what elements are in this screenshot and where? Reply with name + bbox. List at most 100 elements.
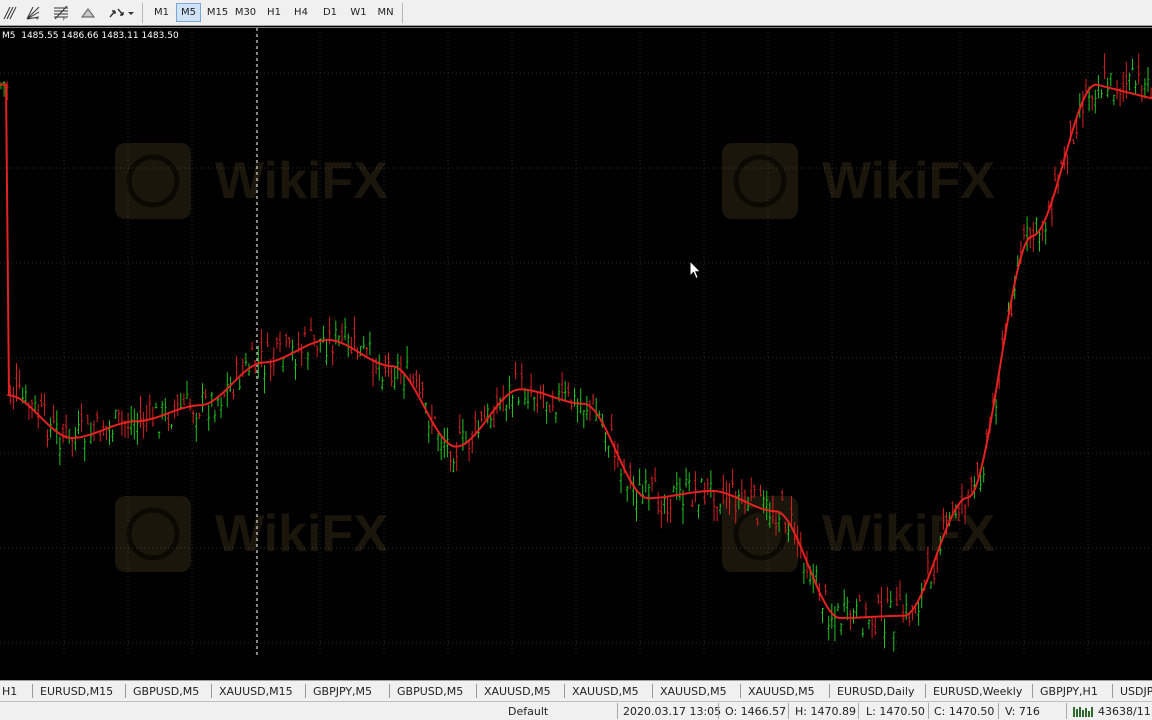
ma-point [263,361,265,364]
price-bar [886,586,889,604]
price-bar [353,316,356,352]
price-bar [238,378,241,390]
price-bar [95,411,99,423]
chart-tab[interactable]: H1 [2,683,17,700]
cycle-lines-icon[interactable] [0,3,22,23]
price-bar [315,345,319,358]
price-bar [582,410,586,429]
price-bar [343,317,347,341]
price-bar [632,475,635,506]
price-bar [139,395,142,428]
price-bar [114,409,117,419]
price-bar [86,414,90,425]
chart-tab[interactable]: GBPUSD,M5 [133,683,199,700]
price-bar [288,336,291,349]
tab-separator [389,684,390,698]
price-bar [281,357,285,373]
price-bar [154,402,158,409]
profile-name[interactable]: Default [508,704,548,719]
price-bar [340,323,344,343]
price-bar [1081,91,1085,128]
price-chart[interactable]: WikiFX WikiFX WikiFX WikiFX [0,28,1152,681]
chart-tab[interactable]: XAUUSD,M5 [748,683,815,700]
ma-point [839,616,841,619]
price-bar [827,615,830,641]
price-bar [554,411,558,423]
price-bar [458,414,462,435]
watermark-text: WikiFX [822,152,995,210]
price-bar [148,394,152,420]
price-bar [278,331,282,353]
price-bar [548,404,551,413]
price-bar [284,333,288,348]
price-bar [1038,231,1041,252]
timeframe-button-h4[interactable]: H4 [289,3,313,22]
price-bar [852,608,855,624]
price-bar [55,410,59,445]
price-bar [368,331,372,356]
chart-tab[interactable]: XAUUSD,M5 [660,683,727,700]
price-bar [64,414,68,440]
price-bar [244,352,248,366]
chart-area[interactable]: WikiFX WikiFX WikiFX WikiFX M5 1485.55 1486… [0,27,1152,696]
timeframe-button-m1[interactable]: M1 [149,3,174,22]
status-separator [858,703,859,719]
watermark-logo: WikiFX [115,496,388,572]
chart-tab[interactable]: XAUUSD,M15 [219,683,293,700]
price-bar [855,598,858,619]
tab-separator [652,684,653,698]
price-bar [1103,53,1106,79]
price-bar [718,503,722,515]
ma-point [7,394,9,397]
chart-tab[interactable]: EURUSD,M15 [40,683,113,700]
timeframe-button-m30[interactable]: M30 [232,3,259,22]
timeframe-button-h1[interactable]: H1 [262,3,286,22]
chart-tab[interactable]: GBPJPY,H1 [1040,683,1098,700]
timeframe-button-d1[interactable]: D1 [318,3,342,22]
chart-tab[interactable]: GBPUSD,M5 [397,683,463,700]
ma-point [647,497,649,500]
price-bar [495,387,499,414]
chart-toolbar: + F M1 M5 M15 M30 H1 H4 D1 W1 MN [0,0,1152,26]
watermark-badge [722,143,798,219]
timeframe-button-w1[interactable]: W1 [346,3,371,22]
price-bar [687,472,691,492]
ma-point [967,496,969,499]
price-bar [253,360,257,374]
price-bar [545,402,548,424]
timeframe-button-m5[interactable]: M5 [176,3,201,22]
price-bar [536,391,539,414]
price-bar [877,593,880,605]
price-bar [405,346,409,369]
arrows-icon[interactable] [106,3,136,23]
price-bar [570,399,573,410]
fibonacci-icon[interactable]: F [50,3,72,23]
chart-tab[interactable]: USDJP [1120,683,1152,700]
price-bar [870,615,874,639]
gann-fan-icon[interactable]: + [22,3,44,23]
tab-separator [1032,684,1033,698]
price-bar [1072,139,1075,145]
chart-tab[interactable]: EURUSD,Weekly [933,683,1022,700]
timeframe-button-m15[interactable]: M15 [204,3,231,22]
chart-tab[interactable]: XAUUSD,M5 [572,683,639,700]
price-bar [607,445,610,458]
price-bar [861,627,865,638]
triangle-icon[interactable] [77,3,99,23]
chart-tab[interactable]: EURUSD,Daily [837,683,914,700]
chart-tab[interactable]: XAUUSD,M5 [484,683,551,700]
price-bar [306,351,310,370]
price-bar [80,403,83,432]
chart-tab[interactable]: GBPJPY,M5 [313,683,372,700]
tab-separator [476,684,477,698]
price-bar [381,376,384,391]
price-bar [703,482,706,505]
price-bar [433,416,437,420]
price-bar [204,388,207,400]
price-bar [970,476,973,493]
price-bar [470,431,474,454]
timeframe-button-mn[interactable]: MN [373,3,398,22]
tab-separator [125,684,126,698]
price-bar [1100,89,1103,99]
price-bar [669,499,672,524]
